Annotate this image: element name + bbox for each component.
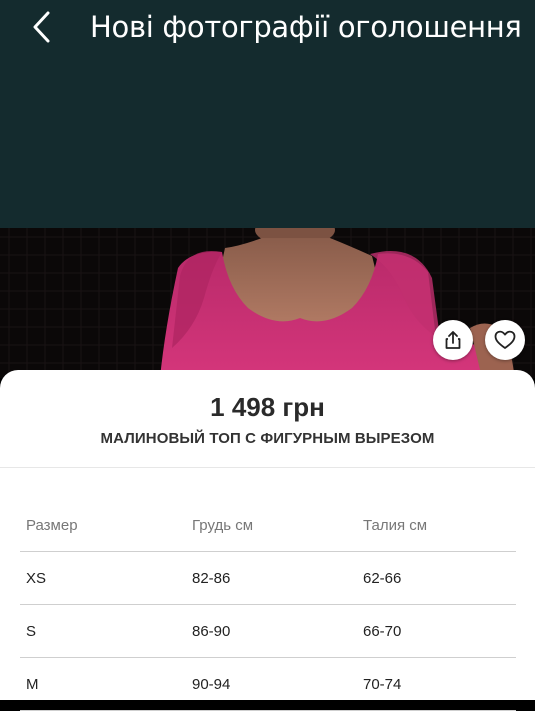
chest-cell: 86-90 <box>186 604 357 658</box>
product-title: МАЛИНОВЫЙ ТОП С ФИГУРНЫМ ВЫРЕЗОМ <box>100 430 435 447</box>
table-row: M 90-94 70-74 <box>20 657 516 711</box>
chest-cell: 82-86 <box>186 551 357 605</box>
share-button[interactable] <box>433 320 473 360</box>
size-cell: S <box>20 604 186 658</box>
page-title: Нові фотографії оголошення <box>90 10 522 44</box>
size-cell: XS <box>20 551 186 605</box>
waist-cell: 70-74 <box>357 657 516 711</box>
column-header-chest: Грудь см <box>186 500 357 552</box>
column-header-waist: Талия см <box>357 500 516 552</box>
waist-cell: 66-70 <box>357 604 516 658</box>
column-header-size: Размер <box>20 500 186 552</box>
product-details-sheet: 1 498 грн МАЛИНОВЫЙ ТОП С ФИГУРНЫМ ВЫРЕЗ… <box>0 370 535 711</box>
waist-cell: 62-66 <box>357 551 516 605</box>
size-cell: M <box>20 657 186 711</box>
product-price: 1 498 грн <box>210 392 325 422</box>
heart-outline-icon <box>494 330 516 349</box>
size-table-header-row: Размер Грудь см Талия см <box>20 500 516 552</box>
size-table: Размер Грудь см Талия см XS 82-86 62-66 … <box>20 500 516 711</box>
table-row: S 86-90 66-70 <box>20 604 516 658</box>
chevron-left-icon[interactable] <box>28 10 58 44</box>
divider <box>0 467 535 468</box>
share-icon <box>445 331 461 349</box>
table-row: XS 82-86 62-66 <box>20 551 516 605</box>
chest-cell: 90-94 <box>186 657 357 711</box>
app-header: Нові фотографії оголошення <box>0 0 535 228</box>
favorite-button[interactable] <box>485 320 525 360</box>
